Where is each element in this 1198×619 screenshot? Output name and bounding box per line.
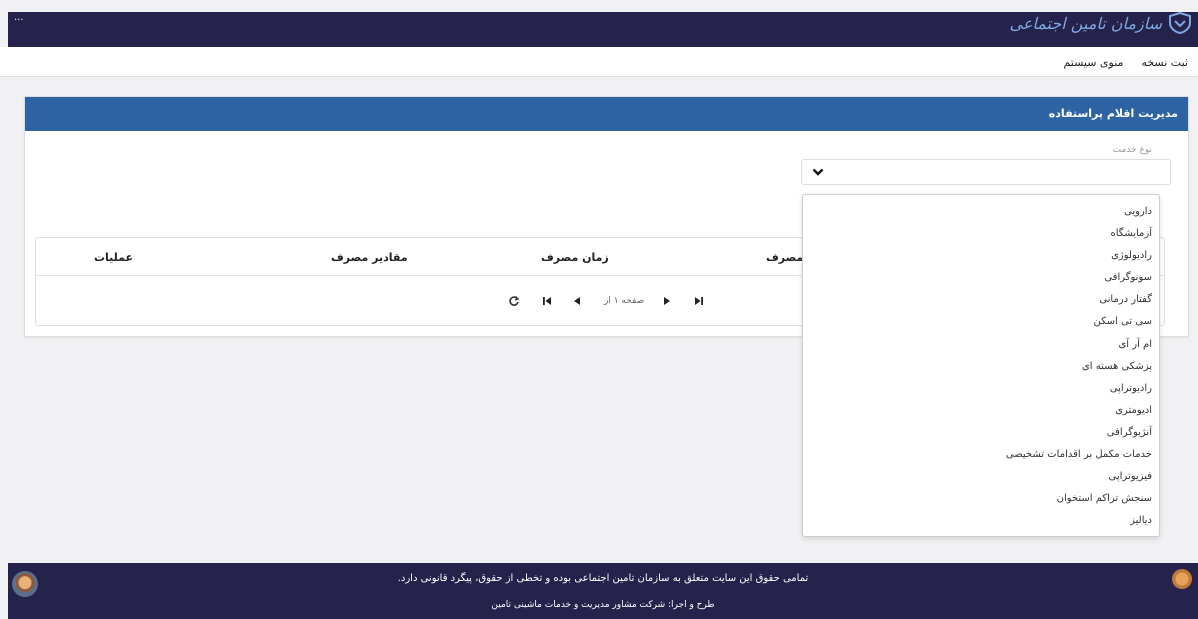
- service-type-dropdown: دارویی آزمایشگاه رادیولوژی سونوگرافی گفت…: [802, 194, 1160, 537]
- next-page-icon[interactable]: [661, 295, 673, 307]
- org-logo[interactable]: سازمان تامین اجتماعی: [1010, 12, 1192, 34]
- option-mri[interactable]: ام آر آی: [803, 334, 1159, 356]
- option-physiotherapy[interactable]: فیزیوتراپی: [803, 466, 1159, 488]
- option-radiology[interactable]: رادیولوژی: [803, 245, 1159, 267]
- service-type-label: نوع خدمت: [1112, 145, 1152, 155]
- first-page-icon[interactable]: [541, 295, 553, 307]
- option-ct-scan[interactable]: سی تی اسکن: [803, 311, 1159, 333]
- refresh-icon[interactable]: [508, 295, 520, 307]
- option-nuclear-medicine[interactable]: پزشکی هسته ای: [803, 356, 1159, 378]
- column-usage-amount[interactable]: مقادیر مصرف: [331, 251, 408, 264]
- logo-emblem-icon: [1169, 12, 1191, 34]
- footer-copyright: تمامی حقوق این سایت متعلق به سازمان تامی…: [397, 573, 809, 584]
- user-info: ...: [14, 12, 24, 23]
- previous-page-icon[interactable]: [571, 295, 583, 307]
- option-pharmacy[interactable]: دارویی: [803, 201, 1159, 223]
- last-page-icon[interactable]: [693, 295, 705, 307]
- footer-credit: طرح و اجرا: شرکت مشاور مدیریت و خدمات ما…: [491, 600, 715, 610]
- chevron-down-icon: [812, 168, 824, 176]
- option-radiotherapy[interactable]: رادیوتراپی: [803, 378, 1159, 400]
- page-indicator: صفحه ۱ از: [604, 296, 645, 306]
- top-header: سازمان تامین اجتماعی ...: [8, 12, 1198, 47]
- panel-title: مدیریت اقلام پراستفاده: [25, 97, 1188, 131]
- option-audiometry[interactable]: ادیومتری: [803, 400, 1159, 422]
- service-type-select[interactable]: [801, 159, 1171, 185]
- menu-item-system-menu[interactable]: منوی سیستم: [1063, 56, 1123, 69]
- option-bone-density[interactable]: سنجش تراکم استخوان: [803, 488, 1159, 510]
- option-sonography[interactable]: سونوگرافی: [803, 267, 1159, 289]
- chat-widget-icon[interactable]: [1172, 569, 1192, 589]
- option-speech-therapy[interactable]: گفتار درمانی: [803, 289, 1159, 311]
- option-angiography[interactable]: آنژیوگرافی: [803, 422, 1159, 444]
- option-laboratory[interactable]: آزمایشگاه: [803, 223, 1159, 245]
- option-dialysis[interactable]: دیالیز: [803, 510, 1159, 532]
- main-menu: منوی سیستم ثبت نسخه: [1063, 56, 1188, 69]
- column-operations[interactable]: عملیات: [94, 251, 133, 264]
- menu-item-register-prescription[interactable]: ثبت نسخه: [1141, 56, 1188, 69]
- menu-bar: منوی سیستم ثبت نسخه: [0, 47, 1198, 77]
- column-usage-time[interactable]: زمان مصرف: [541, 251, 609, 264]
- logo-text: سازمان تامین اجتماعی: [1009, 13, 1162, 33]
- footer: تمامی حقوق این سایت متعلق به سازمان تامی…: [8, 563, 1198, 619]
- option-diagnostic-supplementary[interactable]: خدمات مکمل بر اقدامات تشخیصی: [803, 444, 1159, 466]
